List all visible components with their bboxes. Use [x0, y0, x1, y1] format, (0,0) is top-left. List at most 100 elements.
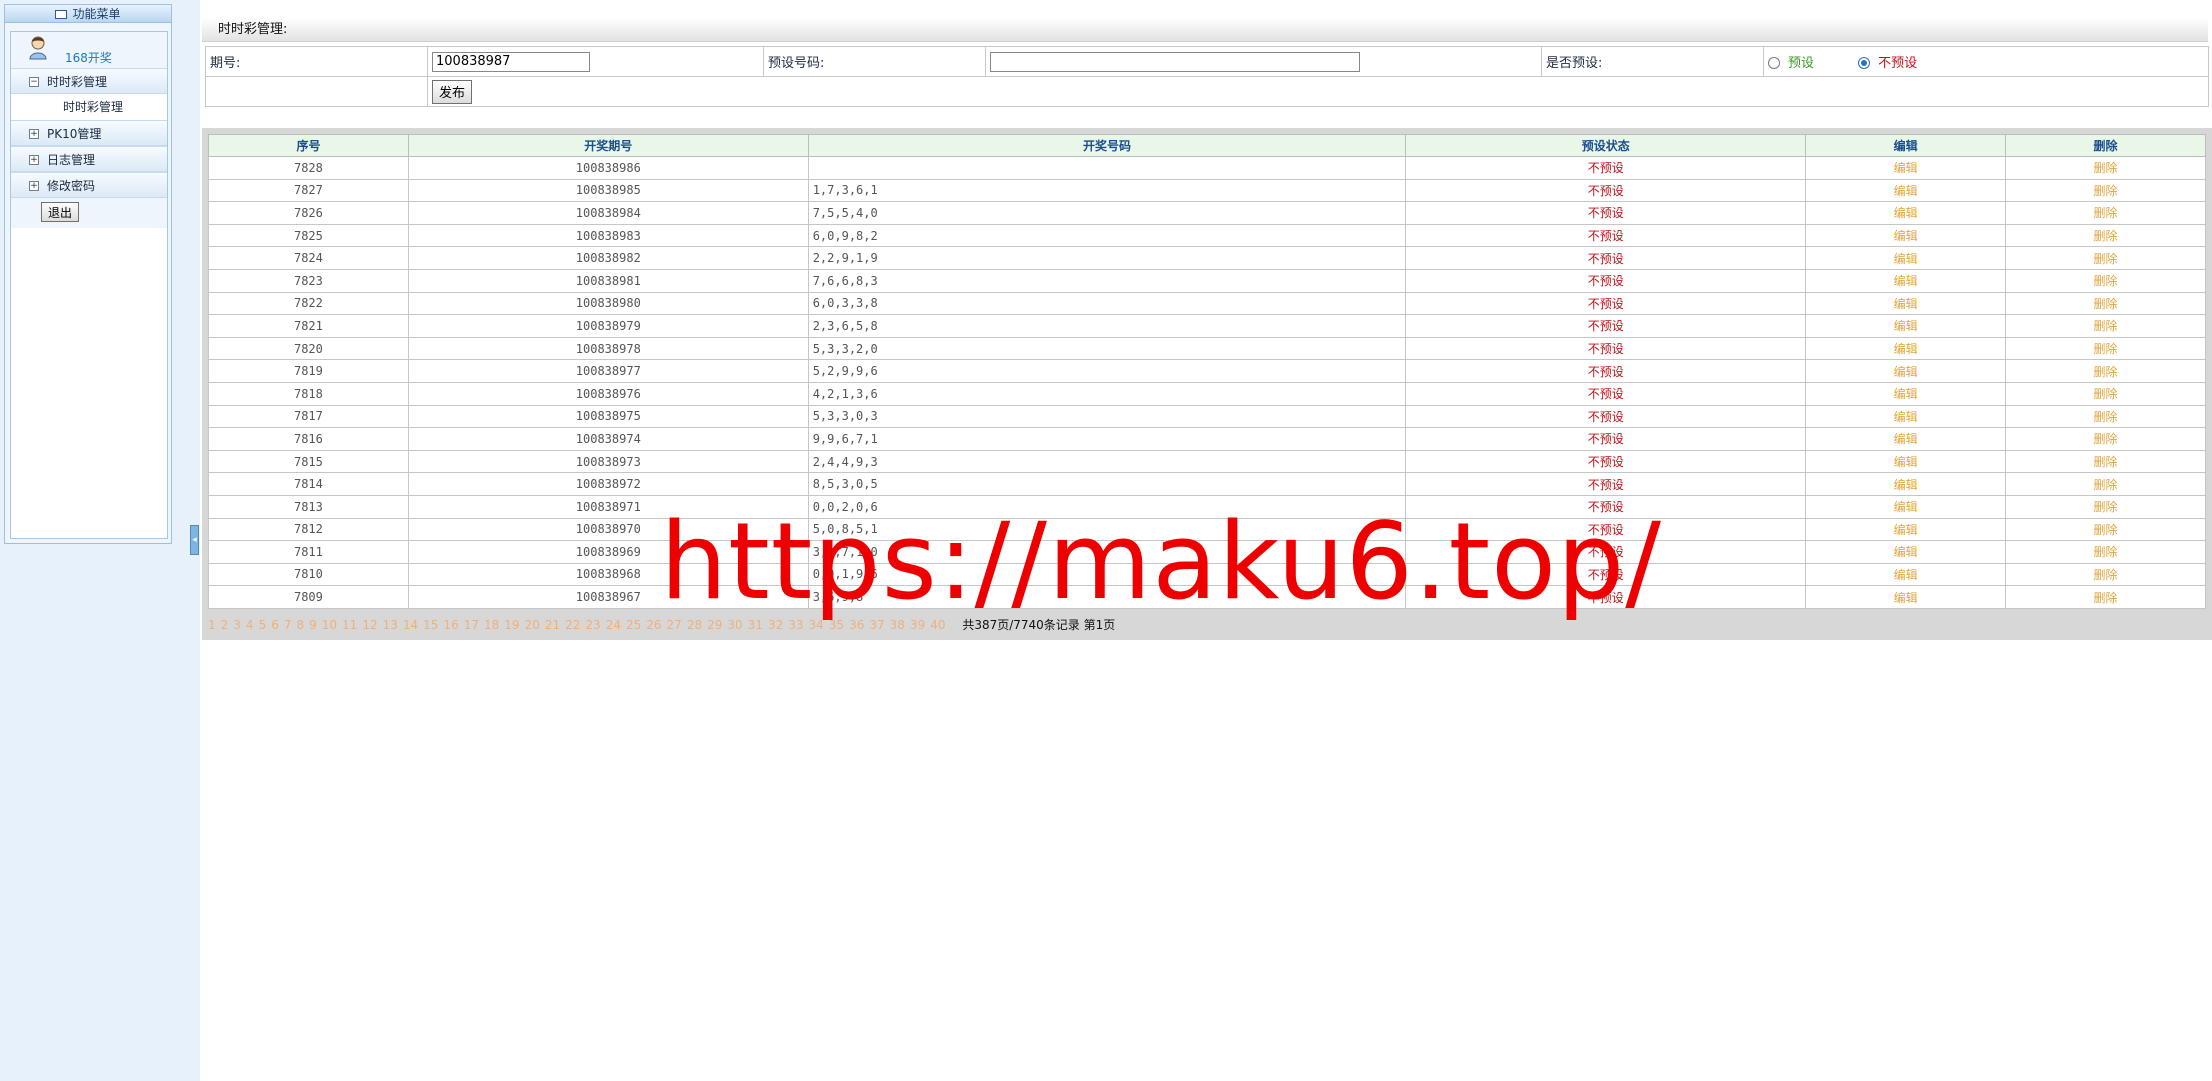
- page-link[interactable]: 35: [829, 618, 844, 632]
- page-link[interactable]: 30: [727, 618, 742, 632]
- edit-link[interactable]: 编辑: [1805, 268, 2007, 293]
- preset-yes-label[interactable]: 预设: [1788, 56, 1814, 71]
- edit-link[interactable]: 编辑: [1805, 427, 2007, 451]
- preset-code-input[interactable]: [990, 51, 1360, 72]
- delete-link[interactable]: 删除: [2005, 472, 2206, 496]
- menu-group-ssc[interactable]: − 时时彩管理: [11, 68, 167, 94]
- page-link[interactable]: 13: [383, 618, 398, 632]
- delete-link[interactable]: 删除: [2005, 562, 2206, 587]
- page-link[interactable]: 32: [768, 618, 783, 632]
- page-link[interactable]: 6: [271, 618, 279, 632]
- page-link[interactable]: 11: [342, 618, 357, 632]
- page-link[interactable]: 40: [930, 618, 945, 632]
- delete-link[interactable]: 删除: [2005, 336, 2206, 361]
- delete-link[interactable]: 删除: [2005, 449, 2206, 474]
- page-link[interactable]: 27: [667, 618, 682, 632]
- collapse-icon[interactable]: −: [29, 77, 39, 87]
- page-link[interactable]: 33: [788, 618, 803, 632]
- delete-link[interactable]: 删除: [2005, 291, 2206, 316]
- page-link[interactable]: 18: [484, 618, 499, 632]
- page-link[interactable]: 17: [464, 618, 479, 632]
- edit-link[interactable]: 编辑: [1805, 223, 2007, 248]
- table-row: 7814 100838972 8,5,3,0,5 不预设 编辑 删除: [208, 472, 2206, 496]
- expand-icon[interactable]: +: [29, 181, 39, 191]
- page-link[interactable]: 14: [403, 618, 418, 632]
- page-link[interactable]: 34: [809, 618, 824, 632]
- delete-link[interactable]: 删除: [2005, 381, 2206, 406]
- edit-link[interactable]: 编辑: [1805, 156, 2007, 180]
- page-link[interactable]: 21: [545, 618, 560, 632]
- page-link[interactable]: 3: [233, 618, 241, 632]
- page-link[interactable]: 31: [748, 618, 763, 632]
- page-link[interactable]: 28: [687, 618, 702, 632]
- page-link[interactable]: 4: [246, 618, 254, 632]
- delete-link[interactable]: 删除: [2005, 223, 2206, 248]
- page-link[interactable]: 10: [322, 618, 337, 632]
- expand-icon[interactable]: +: [29, 155, 39, 165]
- user-title[interactable]: 168开奖: [65, 49, 112, 66]
- preset-no-label[interactable]: 不预设: [1878, 56, 1917, 71]
- page-link[interactable]: 9: [309, 618, 317, 632]
- delete-link[interactable]: 删除: [2005, 359, 2206, 383]
- delete-link[interactable]: 删除: [2005, 427, 2206, 451]
- edit-link[interactable]: 编辑: [1805, 517, 2007, 542]
- page-link[interactable]: 7: [284, 618, 292, 632]
- page-link[interactable]: 37: [869, 618, 884, 632]
- edit-link[interactable]: 编辑: [1805, 472, 2007, 496]
- page-link[interactable]: 39: [910, 618, 925, 632]
- delete-link[interactable]: 删除: [2005, 268, 2206, 293]
- preset-yes-radio[interactable]: [1768, 57, 1780, 69]
- issue-input[interactable]: [432, 51, 590, 72]
- edit-link[interactable]: 编辑: [1805, 585, 2007, 609]
- page-link[interactable]: 19: [504, 618, 519, 632]
- menu-item-ssc-manage[interactable]: 时时彩管理: [11, 94, 167, 120]
- edit-link[interactable]: 编辑: [1805, 336, 2007, 361]
- edit-link[interactable]: 编辑: [1805, 404, 2007, 429]
- delete-link[interactable]: 删除: [2005, 585, 2206, 609]
- edit-link[interactable]: 编辑: [1805, 291, 2007, 316]
- publish-button[interactable]: 发布: [432, 79, 473, 104]
- page-link[interactable]: 26: [646, 618, 661, 632]
- edit-link[interactable]: 编辑: [1805, 494, 2007, 519]
- page-link[interactable]: 20: [525, 618, 540, 632]
- page-link[interactable]: 24: [606, 618, 621, 632]
- page-link[interactable]: 5: [259, 618, 267, 632]
- edit-link[interactable]: 编辑: [1805, 540, 2007, 564]
- delete-link[interactable]: 删除: [2005, 314, 2206, 338]
- edit-link[interactable]: 编辑: [1805, 178, 2007, 203]
- expand-icon[interactable]: +: [29, 129, 39, 139]
- edit-link[interactable]: 编辑: [1805, 201, 2007, 225]
- page-link[interactable]: 2: [221, 618, 229, 632]
- page-link[interactable]: 22: [565, 618, 580, 632]
- page-link[interactable]: 12: [362, 618, 377, 632]
- page-link[interactable]: 15: [423, 618, 438, 632]
- page-link[interactable]: 8: [296, 618, 304, 632]
- page-link[interactable]: 23: [585, 618, 600, 632]
- edit-link[interactable]: 编辑: [1805, 359, 2007, 383]
- page-link[interactable]: 16: [443, 618, 458, 632]
- page-link[interactable]: 36: [849, 618, 864, 632]
- delete-link[interactable]: 删除: [2005, 246, 2206, 270]
- delete-link[interactable]: 删除: [2005, 540, 2206, 564]
- edit-link[interactable]: 编辑: [1805, 246, 2007, 270]
- menu-group-log[interactable]: + 日志管理: [11, 146, 167, 172]
- edit-link[interactable]: 编辑: [1805, 449, 2007, 474]
- edit-link[interactable]: 编辑: [1805, 562, 2007, 587]
- delete-link[interactable]: 删除: [2005, 404, 2206, 429]
- delete-link[interactable]: 删除: [2005, 494, 2206, 519]
- page-link[interactable]: 38: [890, 618, 905, 632]
- delete-link[interactable]: 删除: [2005, 517, 2206, 542]
- preset-no-radio[interactable]: [1858, 57, 1871, 69]
- delete-link[interactable]: 删除: [2005, 201, 2206, 225]
- logout-button[interactable]: 退出: [41, 202, 80, 222]
- menu-group-password[interactable]: + 修改密码: [11, 172, 167, 198]
- page-link[interactable]: 25: [626, 618, 641, 632]
- delete-link[interactable]: 删除: [2005, 156, 2206, 180]
- sidebar-collapse-icon[interactable]: ◂: [190, 525, 199, 555]
- edit-link[interactable]: 编辑: [1805, 381, 2007, 406]
- page-link[interactable]: 1: [208, 618, 216, 632]
- delete-link[interactable]: 删除: [2005, 178, 2206, 203]
- edit-link[interactable]: 编辑: [1805, 314, 2007, 338]
- page-link[interactable]: 29: [707, 618, 722, 632]
- menu-group-pk10[interactable]: + PK10管理: [11, 120, 167, 146]
